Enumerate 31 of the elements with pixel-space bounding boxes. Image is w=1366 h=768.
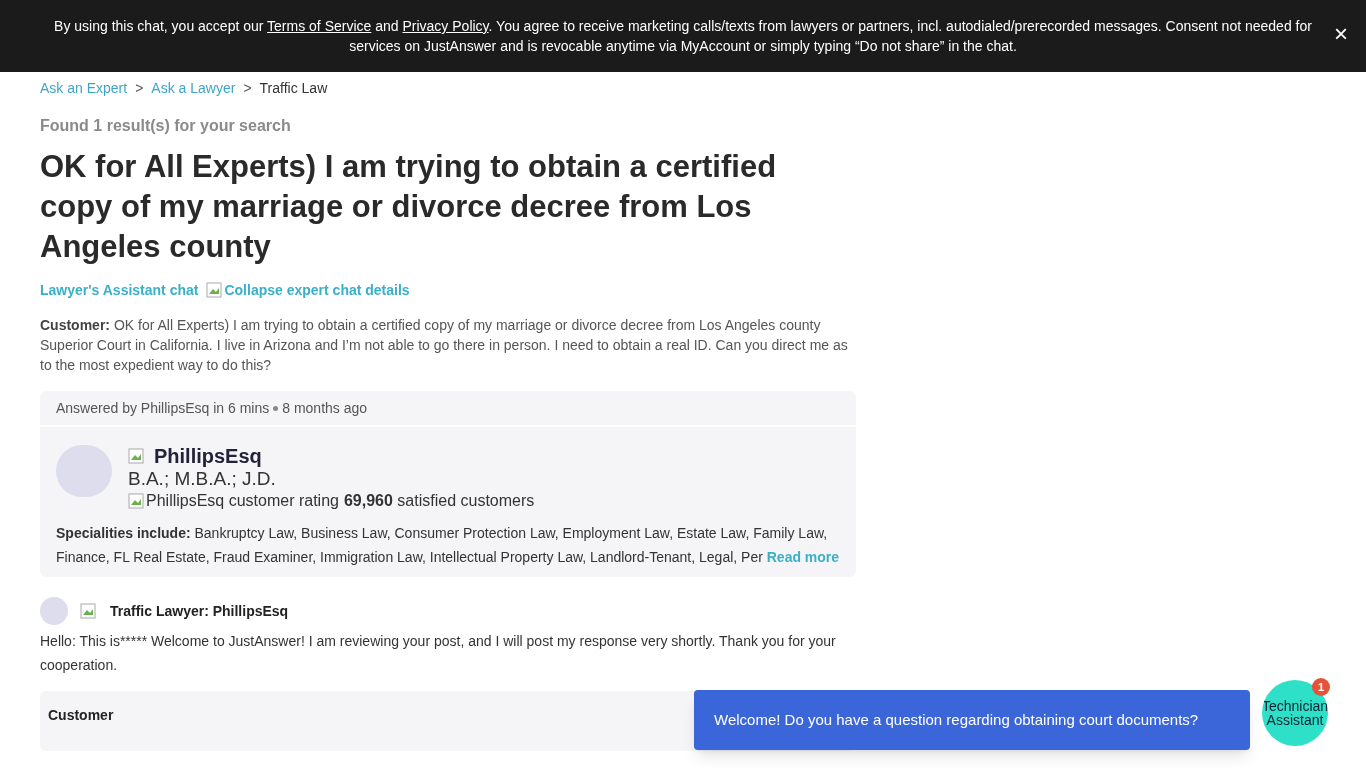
broken-image-icon bbox=[128, 493, 144, 509]
breadcrumb-link[interactable]: Ask an Expert bbox=[40, 79, 128, 97]
chat-bubble[interactable]: Welcome! Do you have a question regarding obtaining court documents? bbox=[694, 690, 1250, 750]
breadcrumb-separator: > bbox=[135, 79, 144, 97]
answered-by: Answered by PhillipsEsq in 6 mins bbox=[56, 400, 270, 416]
breadcrumb-link[interactable]: Ask a Lawyer bbox=[151, 79, 236, 97]
answer-time: 8 months ago bbox=[282, 400, 368, 416]
close-button[interactable]: × bbox=[1334, 22, 1348, 46]
result-count: Found 1 result(s) for your search bbox=[40, 117, 292, 135]
specialities-text: Specialities include: Bankruptcy Law, Business Law, Consumer Protection Law, Employment Law, Estate Law, Family Law, Finance, FL Real Estate, Fraud Examiner, Immigration Law, Intellectual Property Law, Landlord-Tenant, Legal, Per Read more bbox=[56, 524, 840, 567]
breadcrumb-separator: > bbox=[243, 79, 252, 97]
expert-degrees: B.A.; M.B.A.; J.D. bbox=[128, 467, 277, 491]
broken-image-icon bbox=[128, 448, 144, 464]
broken-image-icon bbox=[206, 282, 223, 298]
rating-image-alt: PhillipsEsq customer rating bbox=[146, 491, 339, 511]
broken-image-icon bbox=[80, 603, 96, 619]
expert-avatar bbox=[56, 445, 112, 497]
customers-count: 69,960 satisfied customers bbox=[343, 491, 535, 511]
message-author: Traffic Lawyer: PhillipsEsq bbox=[110, 602, 289, 620]
notification-badge: 1 bbox=[1312, 678, 1330, 696]
message-author: Customer bbox=[48, 707, 114, 723]
dot-separator-icon bbox=[273, 405, 279, 411]
expert-avatar bbox=[40, 597, 68, 625]
terms-link[interactable]: Terms of Service bbox=[267, 18, 372, 34]
message-text: Hello: This is***** Welcome to JustAnswer! I am reviewing your post, and I will post my response very shortly. Thank you for your cooperation. bbox=[40, 632, 837, 675]
expert-name: PhillipsEsq bbox=[154, 445, 262, 467]
consent-text: By using this chat, you accept our Terms of Service and Privacy Policy. You agree to receive marketing calls/texts from lawyers or partners, incl. autodialed/prerecorded messages. Consent not needed for services on JustAnswer and is revocable anytime via MyAccount or simply typing “Do not share” in the chat. bbox=[53, 17, 1313, 56]
privacy-link[interactable]: Privacy Policy bbox=[402, 18, 489, 34]
breadcrumb-link[interactable]: Traffic Law bbox=[259, 79, 328, 97]
customer-question: Customer: OK for All Experts) I am trying to obtain a certified copy of my marriage or divorce decree from Los Angeles county Superior Court in California. I live in Arizona and I’m not able to go there in person. I need to obtain a real ID. Can you direct me as to the most expedient way to do this? bbox=[40, 316, 849, 375]
question-title: OK for All Experts) I am trying to obtain a certified copy of my marriage or divorce decree from Los Angeles county bbox=[40, 148, 778, 266]
